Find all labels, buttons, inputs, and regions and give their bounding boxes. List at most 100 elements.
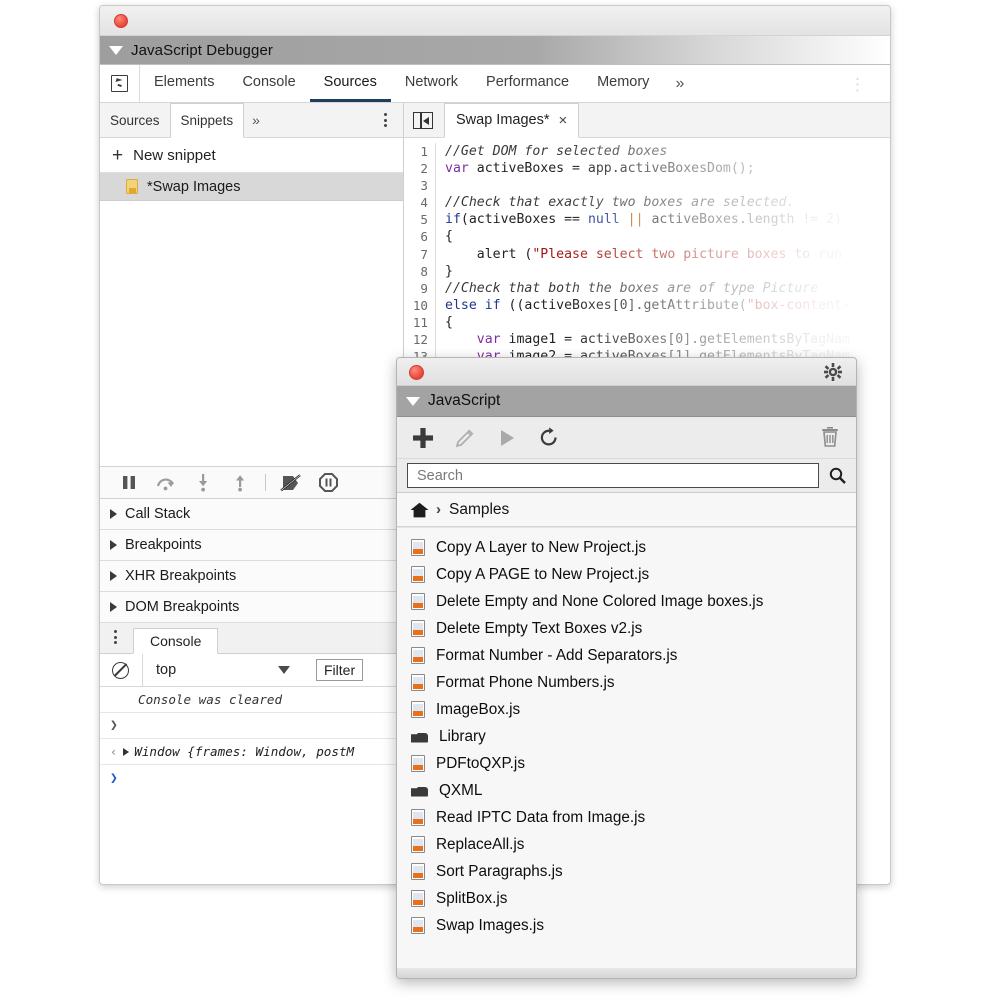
devtools-titlebar xyxy=(100,6,890,36)
line-number: 5 xyxy=(404,211,436,228)
code-line: 8} xyxy=(404,263,890,280)
deactivate-breakpoints-icon[interactable] xyxy=(274,471,308,495)
close-icon[interactable]: × xyxy=(559,112,568,129)
subtab-sources[interactable]: Sources xyxy=(100,103,170,137)
list-item[interactable]: Swap Images.js xyxy=(397,912,856,939)
list-item-label: PDFtoQXP.js xyxy=(436,755,525,773)
chevron-right-icon xyxy=(110,509,117,519)
edit-pencil-icon[interactable] xyxy=(453,426,477,450)
tab-elements[interactable]: Elements xyxy=(140,65,228,102)
inspect-element-button[interactable] xyxy=(100,65,140,102)
js-panel-title: JavaScript xyxy=(428,392,500,410)
list-item-label: QXML xyxy=(439,782,482,800)
tab-console[interactable]: Console xyxy=(228,65,309,102)
refresh-icon[interactable] xyxy=(537,426,561,450)
list-item[interactable]: Format Phone Numbers.js xyxy=(397,669,856,696)
list-item-label: Sort Paragraphs.js xyxy=(436,863,563,881)
console-prompt-line[interactable]: ❯ xyxy=(100,713,404,739)
tab-network[interactable]: Network xyxy=(391,65,472,102)
code-line: 12 var image1 = activeBoxes[0].getElemen… xyxy=(404,331,890,348)
breadcrumb-label[interactable]: Samples xyxy=(449,501,509,519)
new-snippet-button[interactable]: + New snippet xyxy=(100,138,403,173)
tab-sources[interactable]: Sources xyxy=(310,65,391,102)
console-result-line[interactable]: ‹ Window {frames: Window, postM xyxy=(100,739,404,765)
folder-icon xyxy=(411,731,428,743)
console-active-prompt-line[interactable]: ❯ xyxy=(100,765,404,791)
console-context-select[interactable]: top xyxy=(142,654,307,686)
code-lines: 1//Get DOM for selected boxes2var active… xyxy=(404,138,890,365)
code-line: 5 if(activeBoxes == null || activeBoxes.l… xyxy=(404,211,890,228)
close-window-button[interactable] xyxy=(114,14,128,28)
list-item[interactable]: Read IPTC Data from Image.js xyxy=(397,804,856,831)
list-item[interactable]: SplitBox.js xyxy=(397,885,856,912)
sidebar-item-call-stack[interactable]: Call Stack xyxy=(100,499,404,530)
home-icon[interactable] xyxy=(410,502,428,518)
js-file-icon xyxy=(411,593,425,610)
code-text: if(activeBoxes == null || activeBoxes.le… xyxy=(445,211,842,228)
list-item[interactable]: Delete Empty Text Boxes v2.js xyxy=(397,615,856,642)
disclosure-triangle-icon[interactable] xyxy=(406,397,420,406)
subtab-more-icon[interactable]: » xyxy=(244,112,268,128)
list-item[interactable]: *Swap Images xyxy=(100,173,403,201)
search-input[interactable]: Search xyxy=(407,463,819,488)
editor-tab-label: Swap Images* xyxy=(456,112,550,128)
javascript-file-list[interactable]: Copy A Layer to New Project.jsCopy A PAG… xyxy=(397,527,856,968)
close-window-button[interactable] xyxy=(409,365,424,380)
line-number: 7 xyxy=(404,246,436,263)
tab-performance[interactable]: Performance xyxy=(472,65,583,102)
expand-object-icon[interactable] xyxy=(123,748,129,756)
sidebar-item-xhr-breakpoints[interactable]: XHR Breakpoints xyxy=(100,561,404,592)
line-number: 2 xyxy=(404,160,436,177)
drawer-kebab-icon[interactable] xyxy=(114,630,117,644)
chevron-right-icon xyxy=(110,540,117,550)
list-item[interactable]: QXML xyxy=(397,777,856,804)
sidebar-item-dom-breakpoints[interactable]: DOM Breakpoints xyxy=(100,592,404,623)
plus-icon: + xyxy=(112,146,123,165)
editor-tab-swap-images[interactable]: Swap Images* × xyxy=(444,103,579,138)
list-item[interactable]: Library xyxy=(397,723,856,750)
code-line: 3 xyxy=(404,177,890,194)
code-line: 2 var activeBoxes = app.activeBoxesDom(); xyxy=(404,160,890,177)
accordion-label: DOM Breakpoints xyxy=(125,599,239,615)
line-number: 12 xyxy=(404,331,436,348)
sidebar-item-breakpoints[interactable]: Breakpoints xyxy=(100,530,404,561)
list-item[interactable]: PDFtoQXP.js xyxy=(397,750,856,777)
run-play-icon[interactable] xyxy=(495,426,519,450)
line-number: 8 xyxy=(404,263,436,280)
pause-resume-icon[interactable] xyxy=(112,471,146,495)
js-file-icon xyxy=(411,917,425,934)
code-text: var activeBoxes = app.activeBoxesDom(); xyxy=(445,160,755,177)
add-icon[interactable] xyxy=(411,426,435,450)
js-file-icon xyxy=(411,809,425,826)
search-icon[interactable] xyxy=(829,467,846,484)
list-item-label: Delete Empty Text Boxes v2.js xyxy=(436,620,642,638)
step-into-icon[interactable] xyxy=(186,471,220,495)
list-item[interactable]: Format Number - Add Separators.js xyxy=(397,642,856,669)
list-item[interactable]: Copy A Layer to New Project.js xyxy=(397,534,856,561)
gear-icon[interactable] xyxy=(824,363,842,381)
step-over-icon[interactable] xyxy=(149,471,183,495)
list-item[interactable]: Sort Paragraphs.js xyxy=(397,858,856,885)
toggle-navigator-icon[interactable] xyxy=(413,112,433,129)
list-item[interactable]: ReplaceAll.js xyxy=(397,831,856,858)
disclosure-triangle-icon[interactable] xyxy=(109,46,123,55)
delete-trash-icon[interactable] xyxy=(818,426,842,450)
snippets-pane: + New snippet *Swap Images xyxy=(100,138,404,466)
tab-memory[interactable]: Memory xyxy=(583,65,663,102)
subtab-snippets[interactable]: Snippets xyxy=(170,103,245,138)
js-file-icon xyxy=(411,539,425,556)
snippets-empty-area xyxy=(100,201,403,466)
console-filter-input[interactable]: Filter xyxy=(316,659,363,681)
sources-kebab-icon[interactable] xyxy=(384,113,387,127)
list-item[interactable]: ImageBox.js xyxy=(397,696,856,723)
ghost-panel-kebab-icon: ⋮ xyxy=(849,75,866,95)
code-text: //Check that exactly two boxes are selec… xyxy=(445,194,794,211)
list-item-label: Format Phone Numbers.js xyxy=(436,674,615,692)
clear-console-icon[interactable] xyxy=(112,662,129,679)
step-out-icon[interactable] xyxy=(223,471,257,495)
pause-on-exceptions-icon[interactable] xyxy=(311,471,345,495)
more-tabs-icon[interactable]: » xyxy=(663,65,696,102)
list-item[interactable]: Copy A PAGE to New Project.js xyxy=(397,561,856,588)
tab-console-drawer[interactable]: Console xyxy=(133,628,218,654)
list-item[interactable]: Delete Empty and None Colored Image boxe… xyxy=(397,588,856,615)
